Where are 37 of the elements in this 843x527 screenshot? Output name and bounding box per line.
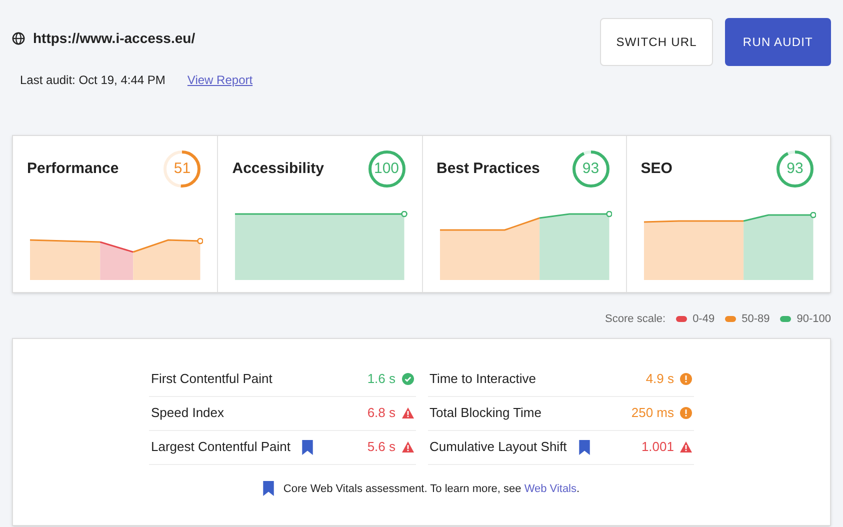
bookmark-icon xyxy=(263,481,274,496)
site-url: https://www.i-access.eu/ xyxy=(33,29,196,48)
range-label: 90-100 xyxy=(796,312,831,327)
globe-icon xyxy=(12,32,25,45)
metric-name: Total Blocking Time xyxy=(430,404,542,422)
score-value: 93 xyxy=(786,158,804,179)
category-title: Accessibility xyxy=(232,158,324,179)
metric-value: 1.001 xyxy=(641,438,674,456)
core-vitals-note: Core Web Vitals assessment. To learn more, see Web Vitals. xyxy=(283,482,580,496)
web-vitals-link[interactable]: Web Vitals xyxy=(524,482,577,494)
score-scale-label: Score scale: xyxy=(605,312,666,327)
view-report-link[interactable]: View Report xyxy=(187,71,253,89)
score-value: 100 xyxy=(374,158,400,179)
score-ring-icon xyxy=(161,148,204,190)
score-ring-icon xyxy=(366,148,408,190)
range-label: 50-89 xyxy=(742,312,770,327)
score-value: 51 xyxy=(174,158,191,179)
score-ring-icon xyxy=(570,148,612,190)
category-title: Performance xyxy=(27,158,119,179)
score-value: 93 xyxy=(582,158,600,179)
last-audit-time: Last audit: Oct 19, 4:44 PM xyxy=(20,72,166,89)
metric-value: 6.8 s xyxy=(367,404,396,422)
score-ring-icon xyxy=(774,148,816,190)
metric-value: 1.6 s xyxy=(367,370,396,388)
metric-value: 4.9 s xyxy=(646,370,674,388)
metric-name: First Contentful Paint xyxy=(151,370,272,388)
metric-name: Largest Contentful Paint xyxy=(151,438,290,456)
metric-name: Cumulative Layout Shift xyxy=(430,438,567,456)
category-title: SEO xyxy=(640,158,672,179)
metric-value: 250 ms xyxy=(631,404,674,422)
metric-name: Time to Interactive xyxy=(430,370,536,388)
switch-url-button[interactable]: SWITCH URL xyxy=(600,18,713,66)
metric-value: 5.6 s xyxy=(367,438,396,456)
range-label: 0-49 xyxy=(692,312,715,327)
category-title: Best Practices xyxy=(436,158,540,179)
run-audit-button[interactable]: RUN AUDIT xyxy=(724,18,831,66)
metric-name: Speed Index xyxy=(151,404,224,422)
